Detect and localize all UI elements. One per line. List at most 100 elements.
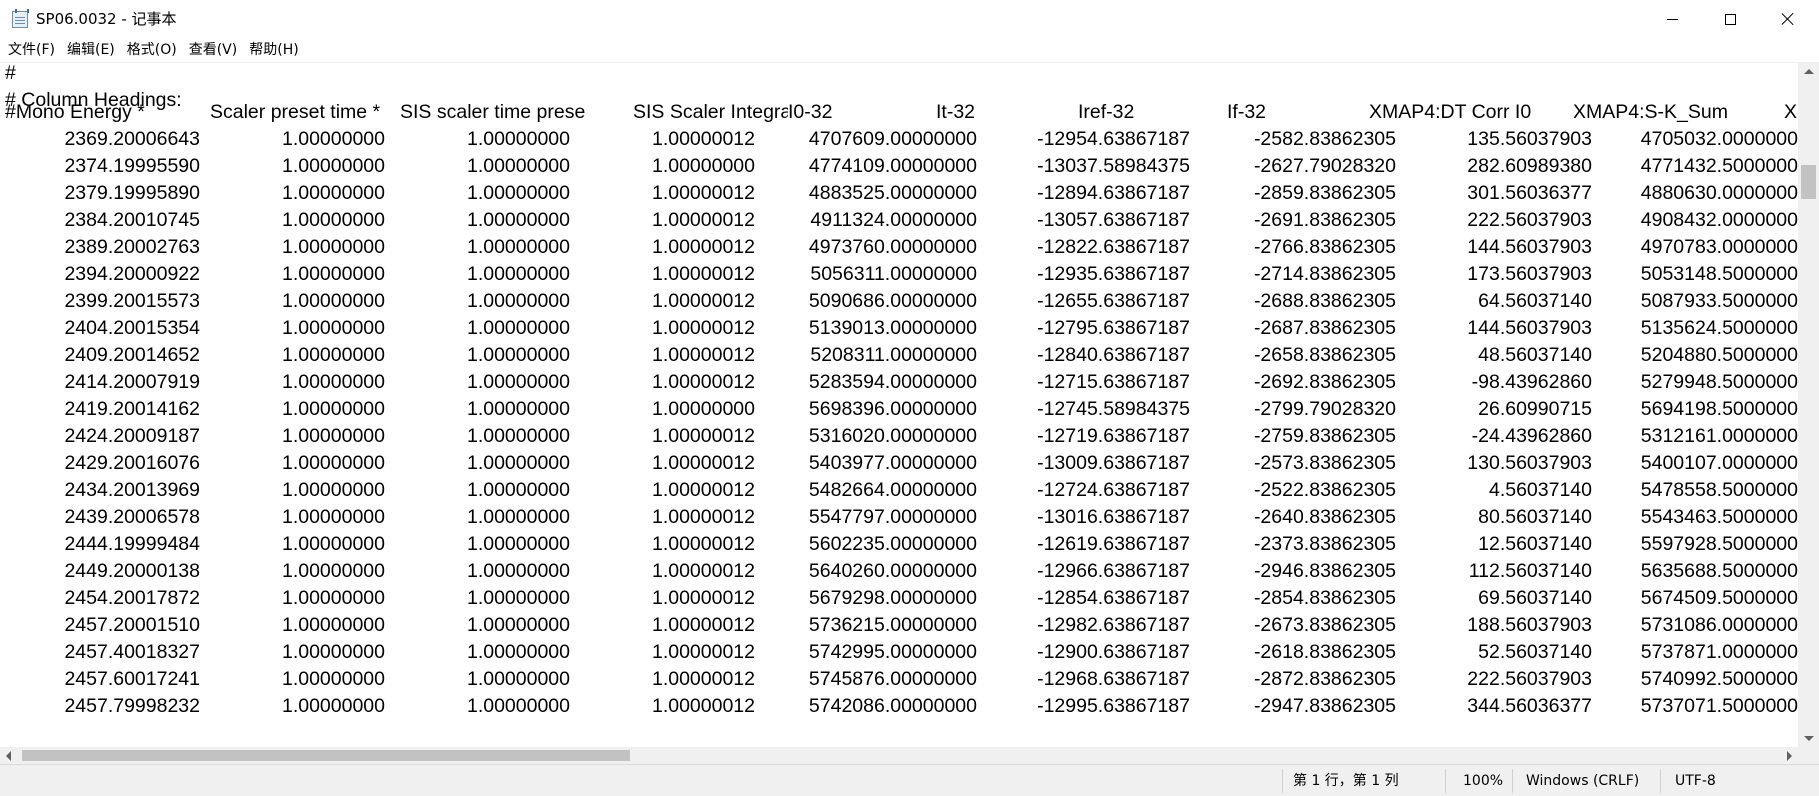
data-cell: -13057.63867187 bbox=[1037, 209, 1190, 231]
data-cell: 2434.20013969 bbox=[64, 479, 200, 501]
data-cell: 1.00000000 bbox=[466, 479, 570, 501]
data-cell: 1.00000000 bbox=[466, 209, 570, 231]
data-cell: 4970783.0000000 bbox=[1640, 236, 1798, 258]
data-cell: 5056311.00000000 bbox=[810, 263, 977, 285]
data-cell: -13016.63867187 bbox=[1037, 506, 1190, 528]
encoding: UTF-8 bbox=[1675, 773, 1716, 789]
data-cell: 52.56037140 bbox=[1478, 641, 1592, 663]
data-cell: 1.00000012 bbox=[651, 263, 755, 285]
cursor-position: 第 1 行，第 1 列 bbox=[1293, 773, 1399, 789]
data-cell: 1.00000000 bbox=[281, 209, 385, 231]
scroll-down-button[interactable] bbox=[1798, 730, 1819, 747]
data-cell: -12840.63867187 bbox=[1037, 344, 1190, 366]
data-cell: -12619.63867187 bbox=[1037, 533, 1190, 555]
data-cell: 144.56037903 bbox=[1467, 317, 1592, 339]
data-cell: -2759.83862305 bbox=[1253, 425, 1396, 447]
data-cell: 1.00000012 bbox=[651, 182, 755, 204]
data-cell: 5139013.00000000 bbox=[808, 317, 977, 339]
data-cell: 222.56037903 bbox=[1467, 668, 1592, 690]
horizontal-scroll-thumb[interactable] bbox=[22, 750, 630, 761]
data-cell: 1.00000000 bbox=[281, 290, 385, 312]
horizontal-scrollbar[interactable] bbox=[0, 747, 1798, 764]
data-cell: 1.00000000 bbox=[466, 641, 570, 663]
data-row: 2457.40018327 1.00000000 1.00000000 1.00000… bbox=[0, 639, 1798, 666]
data-cell: 2394.20000922 bbox=[64, 263, 200, 285]
text-editor[interactable]: # # Column Headings: #Mono Energy * Scale… bbox=[0, 63, 1798, 747]
data-cell: 1.00000000 bbox=[466, 128, 570, 150]
vertical-scroll-thumb[interactable] bbox=[1801, 165, 1816, 199]
data-cell: -2766.83862305 bbox=[1253, 236, 1396, 258]
scroll-up-button[interactable] bbox=[1798, 63, 1819, 80]
scrollbar-corner bbox=[1798, 747, 1819, 764]
data-cell: 1.00000012 bbox=[651, 128, 755, 150]
data-cell: 4880630.0000000 bbox=[1640, 182, 1798, 204]
data-cell: 1.00000000 bbox=[466, 452, 570, 474]
title-bar[interactable]: SP06.0032 - 记事本 bbox=[0, 0, 1819, 38]
data-cell: 1.00000000 bbox=[281, 263, 385, 285]
data-cell: -2799.79028320 bbox=[1253, 398, 1396, 420]
menu-format[interactable]: 格式(O) bbox=[121, 40, 183, 60]
menu-view[interactable]: 查看(V) bbox=[183, 40, 244, 60]
data-cell: -24.43962860 bbox=[1471, 425, 1592, 447]
data-row: 2409.20014652 1.00000000 1.00000000 1.00000… bbox=[0, 342, 1798, 369]
data-cell: -2618.83862305 bbox=[1253, 641, 1396, 663]
data-cell: 1.00000000 bbox=[466, 371, 570, 393]
data-cell: 2369.20006643 bbox=[64, 128, 200, 150]
menu-file[interactable]: 文件(F) bbox=[2, 40, 61, 60]
maximize-button[interactable] bbox=[1701, 0, 1759, 38]
data-cell: 2424.20009187 bbox=[64, 425, 200, 447]
data-cell: 1.00000000 bbox=[466, 695, 570, 717]
data-cell: 2449.20000138 bbox=[64, 560, 200, 582]
data-row: 2369.20006643 1.00000000 1.00000000 1.00000… bbox=[0, 126, 1798, 153]
data-cell: 1.00000000 bbox=[651, 398, 755, 420]
data-cell: -2688.83862305 bbox=[1253, 290, 1396, 312]
data-cell: 1.00000000 bbox=[466, 587, 570, 609]
data-cell: 5602235.00000000 bbox=[808, 533, 977, 555]
scroll-left-button[interactable] bbox=[0, 747, 17, 764]
vertical-scrollbar[interactable] bbox=[1798, 63, 1819, 747]
data-cell: 1.00000000 bbox=[466, 614, 570, 636]
data-cell: 4774109.00000000 bbox=[808, 155, 977, 177]
data-cell: 2439.20006578 bbox=[64, 506, 200, 528]
data-row: 2389.20002763 1.00000000 1.00000000 1.00000… bbox=[0, 234, 1798, 261]
data-cell: 1.00000012 bbox=[651, 425, 755, 447]
data-cell: 1.00000000 bbox=[281, 506, 385, 528]
data-cell: -2673.83862305 bbox=[1253, 614, 1396, 636]
comment-line: # bbox=[5, 63, 16, 84]
data-cell: -12719.63867187 bbox=[1037, 425, 1190, 447]
data-cell: 1.00000012 bbox=[651, 641, 755, 663]
data-row: 2394.20000922 1.00000000 1.00000000 1.00000… bbox=[0, 261, 1798, 288]
minimize-button[interactable] bbox=[1643, 0, 1701, 38]
data-cell: 5742086.00000000 bbox=[808, 695, 977, 717]
chevron-right-icon bbox=[1787, 750, 1792, 761]
data-row: 2424.20009187 1.00000000 1.00000000 1.00000… bbox=[0, 423, 1798, 450]
window-title: SP06.0032 - 记事本 bbox=[36, 10, 177, 28]
data-cell: 2419.20014162 bbox=[64, 398, 200, 420]
data-cell: 2374.19995590 bbox=[64, 155, 200, 177]
menu-edit[interactable]: 编辑(E) bbox=[61, 40, 121, 60]
data-cell: 4707609.00000000 bbox=[808, 128, 977, 150]
data-cell: 1.00000000 bbox=[281, 668, 385, 690]
data-row: 2384.20010745 1.00000000 1.00000000 1.00000… bbox=[0, 207, 1798, 234]
data-row: 2414.20007919 1.00000000 1.00000000 1.00000… bbox=[0, 369, 1798, 396]
data-cell: 5316020.00000000 bbox=[808, 425, 977, 447]
data-cell: 4771432.5000000 bbox=[1640, 155, 1798, 177]
data-cell: -13009.63867187 bbox=[1037, 452, 1190, 474]
line-ending: Windows (CRLF) bbox=[1526, 773, 1640, 789]
data-row: 2374.19995590 1.00000000 1.00000000 1.00000… bbox=[0, 153, 1798, 180]
menu-help[interactable]: 帮助(H) bbox=[243, 40, 304, 60]
close-button[interactable] bbox=[1759, 0, 1817, 38]
data-cell: -2582.83862305 bbox=[1253, 128, 1396, 150]
data-row: 2379.19995890 1.00000000 1.00000000 1.00000… bbox=[0, 180, 1798, 207]
data-row: 2457.60017241 1.00000000 1.00000000 1.00000… bbox=[0, 666, 1798, 693]
data-cell: 80.56037140 bbox=[1478, 506, 1592, 528]
menu-bar: 文件(F) 编辑(E) 格式(O) 查看(V) 帮助(H) bbox=[0, 38, 1819, 62]
data-cell: 69.56037140 bbox=[1478, 587, 1592, 609]
data-cell: 2457.60017241 bbox=[64, 668, 200, 690]
data-cell: 2384.20010745 bbox=[64, 209, 200, 231]
data-cell: 5679298.00000000 bbox=[808, 587, 977, 609]
data-cell: 130.56037903 bbox=[1467, 452, 1592, 474]
scroll-right-button[interactable] bbox=[1781, 747, 1798, 764]
data-cell: 1.00000012 bbox=[651, 533, 755, 555]
data-cell: -12894.63867187 bbox=[1037, 182, 1190, 204]
